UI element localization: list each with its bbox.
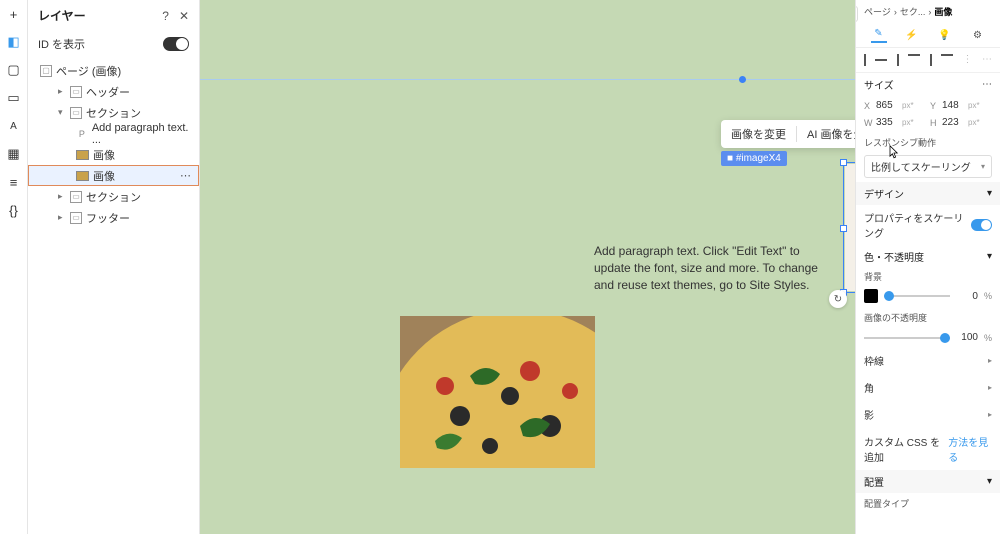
- placement-type-label: 配置タイプ: [856, 493, 1000, 514]
- x-input[interactable]: 865: [876, 100, 898, 111]
- left-rail: + ◧ ▢ ▭ A ▦ ≡ {}: [0, 0, 28, 534]
- change-image-button[interactable]: 画像を変更: [727, 126, 790, 142]
- element-id-badge: ■ #imageX4: [721, 151, 787, 166]
- tree-footer[interactable]: ▸▭フッター: [28, 207, 199, 228]
- refresh-icon[interactable]: ↻: [829, 290, 847, 308]
- page-icon[interactable]: ▢: [6, 62, 22, 78]
- tree-paragraph[interactable]: PAdd paragraph text. ...: [28, 123, 199, 144]
- bg-color-swatch[interactable]: [864, 289, 878, 303]
- align-center-h-icon[interactable]: [875, 59, 887, 61]
- size-title: サイズ: [864, 77, 894, 92]
- layer-tree: ▢ページ (画像) ▸▭ヘッダー ▾▭セクション PAdd paragraph …: [28, 56, 199, 232]
- opacity-title: 色・不透明度: [864, 249, 924, 264]
- align-middle-icon[interactable]: [930, 54, 932, 66]
- layers-icon[interactable]: ◧: [6, 34, 22, 50]
- tree-section-2[interactable]: ▸▭セクション: [28, 186, 199, 207]
- section-icon[interactable]: ▭: [6, 90, 22, 106]
- paragraph-text[interactable]: Add paragraph text. Click "Edit Text" to…: [594, 243, 822, 293]
- scaling-label: プロパティをスケーリング: [864, 210, 971, 240]
- id-toggle-label: ID を表示: [38, 36, 85, 52]
- layers-title: レイヤー: [38, 7, 86, 24]
- code-icon[interactable]: {}: [6, 202, 22, 218]
- css-help-link[interactable]: 方法を見る: [948, 434, 992, 464]
- more-icon[interactable]: ⋯: [180, 169, 191, 182]
- scaling-toggle[interactable]: [971, 219, 992, 231]
- tree-image-2-selected[interactable]: 画像⋯: [28, 165, 199, 186]
- align-top-icon[interactable]: [908, 54, 920, 56]
- h-input[interactable]: 223: [942, 117, 964, 128]
- border-row[interactable]: 枠線▸: [856, 347, 1000, 374]
- design-title: デザイン: [864, 186, 904, 201]
- align-left-icon[interactable]: [864, 54, 866, 66]
- advanced-tab-icon[interactable]: ⚙: [970, 27, 986, 43]
- design-tab-icon[interactable]: ✎: [871, 27, 887, 43]
- text-icon[interactable]: A: [6, 118, 22, 134]
- shadow-row[interactable]: 影▸: [856, 401, 1000, 428]
- css-label: カスタム CSS を追加: [864, 434, 948, 464]
- img-opacity-label: 画像の不透明度: [856, 307, 1000, 328]
- canvas[interactable]: 画像を変更 AI 画像を生成 ⚙ ↺ ◫ ⛶ 🔗 💬 ? ⋯ ■ #imageX…: [200, 0, 855, 534]
- tree-section-1[interactable]: ▾▭セクション: [28, 102, 199, 123]
- placement-title: 配置: [864, 474, 884, 489]
- inspector-panel: › ページ› セク...› 画像 ✎ ⚡ 💡 ⚙ ⋮ ⋯ サイズ⋯ X865px…: [855, 0, 1000, 534]
- resize-handle[interactable]: [840, 159, 847, 166]
- db-icon[interactable]: ≡: [6, 174, 22, 190]
- inspector-tabs: ✎ ⚡ 💡 ⚙: [856, 23, 1000, 48]
- resize-handle[interactable]: [840, 225, 847, 232]
- align-controls: ⋮ ⋯: [856, 48, 1000, 73]
- bg-label: 背景: [856, 268, 1000, 285]
- breadcrumb: ページ› セク...› 画像: [856, 0, 1000, 23]
- chevron-down-icon[interactable]: ▾: [987, 188, 992, 199]
- more-align-icon[interactable]: ⋯: [982, 54, 992, 66]
- bg-opacity-slider[interactable]: 0%: [856, 285, 1000, 307]
- responsive-dropdown[interactable]: 比例してスケーリング▾: [864, 155, 992, 178]
- add-icon[interactable]: +: [6, 6, 22, 22]
- crumb-section[interactable]: セク...: [900, 5, 926, 18]
- idea-tab-icon[interactable]: 💡: [937, 27, 953, 43]
- w-input[interactable]: 335: [876, 117, 898, 128]
- close-icon[interactable]: ✕: [179, 9, 189, 23]
- corner-row[interactable]: 角▸: [856, 374, 1000, 401]
- image-thumb-icon: [76, 150, 89, 160]
- grid-icon[interactable]: ▦: [6, 146, 22, 162]
- align-right-icon[interactable]: [897, 54, 899, 66]
- help-icon[interactable]: ?: [162, 9, 169, 23]
- image-thumb-icon: [76, 171, 89, 181]
- tree-image-1[interactable]: 画像: [28, 144, 199, 165]
- interaction-tab-icon[interactable]: ⚡: [904, 27, 920, 43]
- collapse-icon[interactable]: ›: [855, 6, 858, 22]
- selection-outline: [843, 162, 855, 293]
- crumb-page[interactable]: ページ: [864, 5, 891, 18]
- responsive-title: レスポンシブ動作: [856, 132, 1000, 151]
- size-more-icon[interactable]: ⋯: [982, 79, 992, 90]
- size-inputs: X865px* Y148px* W335px* H223px*: [856, 96, 1000, 132]
- guide-handle[interactable]: [739, 76, 746, 83]
- layers-panel: レイヤー ? ✕ ID を表示 ▢ページ (画像) ▸▭ヘッダー ▾▭セクション…: [28, 0, 200, 534]
- y-input[interactable]: 148: [942, 100, 964, 111]
- guide-line: [200, 79, 855, 80]
- distribute-icon[interactable]: ⋮: [963, 54, 973, 66]
- tree-header[interactable]: ▸▭ヘッダー: [28, 81, 199, 102]
- tree-root[interactable]: ▢ページ (画像): [28, 60, 199, 81]
- crumb-current: 画像: [934, 5, 952, 18]
- image-pizza[interactable]: [400, 316, 595, 468]
- img-opacity-slider[interactable]: 100%: [856, 328, 1000, 347]
- element-toolbar: 画像を変更 AI 画像を生成 ⚙ ↺ ◫ ⛶ 🔗 💬 ? ⋯: [721, 120, 855, 148]
- align-bottom-icon[interactable]: [941, 54, 953, 56]
- id-toggle[interactable]: [163, 37, 189, 51]
- ai-image-button[interactable]: AI 画像を生成: [803, 126, 855, 142]
